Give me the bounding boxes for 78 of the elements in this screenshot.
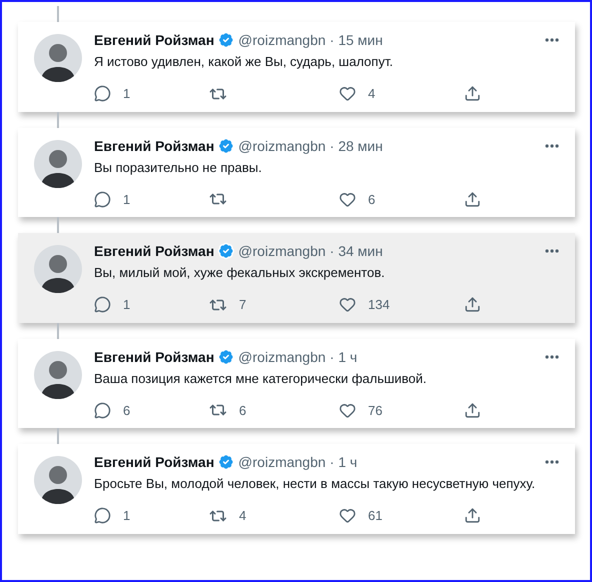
tweet-text: Бросьте Вы, молодой человек, нести в массы такую несусветную чепуху.: [94, 475, 536, 493]
share-button[interactable]: [464, 85, 481, 102]
author-name[interactable]: Евгений Ройзман: [94, 136, 214, 156]
like-button[interactable]: 134: [339, 295, 464, 314]
heart-icon: [339, 402, 356, 419]
tweet-time[interactable]: · 34 мин: [330, 241, 383, 261]
more-icon: [545, 354, 559, 358]
tweet-time[interactable]: · 28 мин: [330, 136, 383, 156]
reply-button[interactable]: 1: [94, 84, 209, 104]
heart-icon: [339, 507, 356, 524]
tweet-time[interactable]: · 15 мин: [330, 30, 383, 50]
avatar[interactable]: [34, 350, 82, 398]
tweet-time[interactable]: · 1 ч: [330, 452, 358, 472]
heart-icon: [339, 85, 356, 102]
tweet-card[interactable]: Евгений Ройзман @roizmangbn · 1 ч Ваша позиция кажется мне категорически фальшивой. 6 6 76: [18, 338, 575, 428]
share-button[interactable]: [464, 190, 481, 208]
speech-bubble-icon: [94, 402, 111, 419]
tweet-text: Вы, милый мой, хуже фекальных экскрементов.: [94, 264, 386, 282]
speech-bubble-icon: [94, 507, 111, 524]
more-icon: [545, 38, 559, 42]
avatar[interactable]: [34, 140, 82, 188]
avatar[interactable]: [34, 245, 82, 293]
tweet-card[interactable]: Евгений Ройзман @roizmangbn · 34 мин Вы, милый мой, хуже фекальных экскрементов. 1 7 134: [18, 233, 575, 322]
like-button[interactable]: 4: [339, 84, 464, 104]
tweet-card[interactable]: Евгений Ройзман @roizmangbn · 28 мин Вы поразительно не правы. 1 6: [18, 128, 575, 217]
more-button[interactable]: [545, 460, 559, 464]
share-button[interactable]: [464, 296, 481, 314]
retweet-button[interactable]: 6: [209, 400, 339, 420]
share-icon: [464, 507, 481, 524]
author-name[interactable]: Евгений Ройзман: [94, 241, 214, 261]
author-name[interactable]: Евгений Ройзман: [94, 452, 214, 472]
author-handle[interactable]: @roizmangbn: [238, 346, 326, 366]
heart-icon: [339, 190, 356, 208]
tweet-card[interactable]: Евгений Ройзман @roizmangbn · 15 мин Я истово удивлен, какой же Вы, сударь, шалопут. 1 4: [18, 22, 575, 112]
more-button[interactable]: [545, 144, 559, 148]
more-icon: [545, 249, 559, 253]
reply-button[interactable]: 6: [94, 400, 209, 420]
reply-button[interactable]: 1: [94, 295, 209, 314]
author-name[interactable]: Евгений Ройзман: [94, 346, 214, 366]
share-button[interactable]: [464, 402, 481, 419]
share-icon: [464, 402, 481, 419]
author-handle[interactable]: @roizmangbn: [238, 136, 326, 156]
like-button[interactable]: 6: [339, 190, 464, 209]
share-icon: [464, 296, 481, 314]
tweet-text: Я истово удивлен, какой же Вы, сударь, шалопут.: [94, 53, 394, 71]
like-button[interactable]: 61: [339, 506, 464, 526]
retweet-button[interactable]: 7: [209, 295, 339, 314]
avatar[interactable]: [34, 456, 82, 504]
speech-bubble-icon: [94, 85, 111, 102]
retweet-button[interactable]: 4: [209, 506, 339, 526]
share-icon: [464, 85, 481, 102]
author-name[interactable]: Евгений Ройзман: [94, 30, 214, 50]
author-handle[interactable]: @roizmangbn: [238, 452, 326, 472]
verified-icon: [217, 136, 236, 154]
share-icon: [464, 190, 481, 208]
tweet-text: Ваша позиция кажется мне категорически фальшивой.: [94, 370, 428, 388]
author-handle[interactable]: @roizmangbn: [238, 241, 326, 261]
verified-icon: [217, 31, 236, 49]
heart-icon: [339, 296, 356, 314]
speech-bubble-icon: [94, 190, 111, 208]
tweet-card[interactable]: Евгений Ройзман @roizmangbn · 1 ч Бросьте Вы, молодой человек, нести в массы такую несусветную чепуху. 1 4 61: [18, 444, 575, 534]
more-button[interactable]: [545, 354, 559, 358]
tweet-time[interactable]: · 1 ч: [330, 346, 358, 366]
tweet-text: Вы поразительно не правы.: [94, 158, 263, 177]
author-handle[interactable]: @roizmangbn: [238, 30, 326, 50]
more-icon: [545, 460, 559, 464]
more-icon: [545, 144, 559, 148]
speech-bubble-icon: [94, 296, 111, 314]
share-button[interactable]: [464, 507, 481, 524]
more-button[interactable]: [545, 249, 559, 253]
avatar[interactable]: [34, 34, 82, 82]
verified-icon: [217, 242, 236, 260]
verified-icon: [217, 453, 236, 471]
verified-icon: [217, 348, 236, 366]
reply-button[interactable]: 1: [94, 506, 209, 526]
like-button[interactable]: 76: [339, 400, 464, 420]
more-button[interactable]: [545, 38, 559, 42]
reply-button[interactable]: 1: [94, 190, 209, 209]
